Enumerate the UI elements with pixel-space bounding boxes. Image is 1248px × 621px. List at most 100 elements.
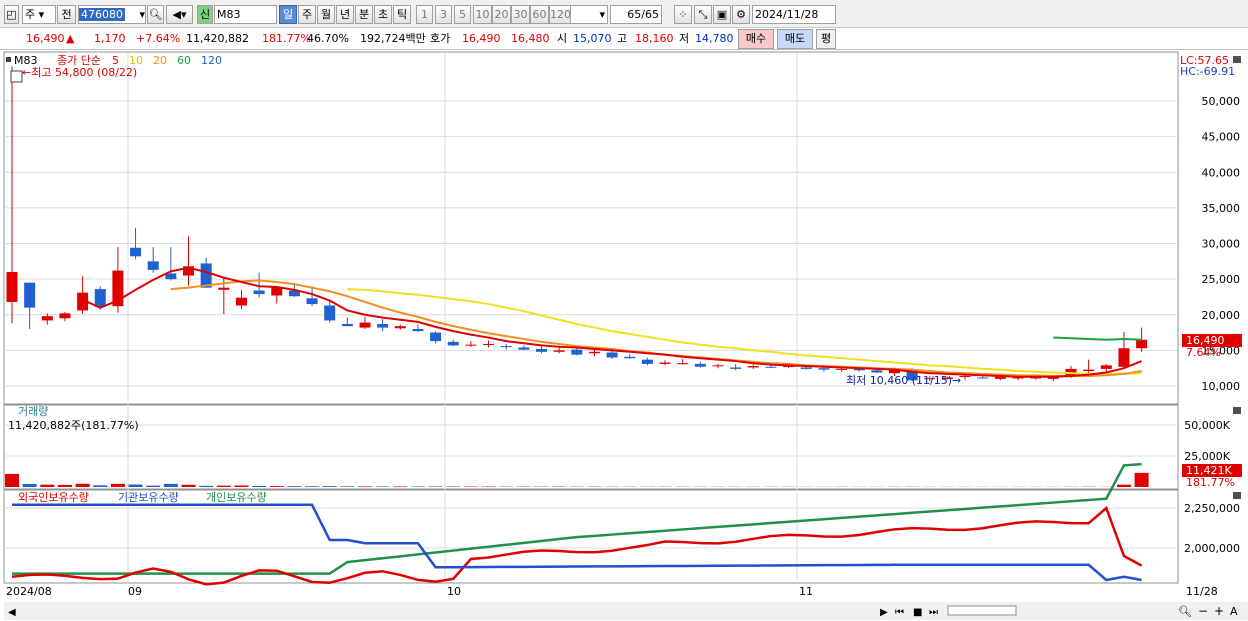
open-value: 15,070 [573,32,612,45]
minute-button-5[interactable]: 5 [454,5,471,24]
candle-body [800,367,812,369]
tab-1[interactable]: 주 [298,5,316,24]
calendar-icon[interactable] [10,70,23,83]
minute-custom-select[interactable]: ▾ [570,5,608,24]
ask-value: 16,490 [462,32,501,45]
minute-button-10[interactable]: 10 [473,5,492,24]
scroll-right-icon[interactable]: ▶ [880,607,888,618]
x-tick-end: 11/28 [1186,585,1218,598]
candle-body [977,377,989,379]
code-value: 476080 [79,8,125,21]
volume-bar [305,486,320,487]
candle-body [465,344,477,346]
volume-bar [287,486,302,487]
candle-body [747,366,759,368]
speaker-icon[interactable]: ◀▾ [166,5,193,24]
window-icon[interactable]: ◰ [4,5,19,24]
volume-bar [428,486,443,487]
volume-bar [40,484,55,487]
ma-legend-120: 120 [201,54,222,67]
tab-2[interactable]: 월 [317,5,335,24]
zoom-in-icon[interactable]: + [1214,604,1224,618]
candle-body [588,351,600,354]
gear-icon[interactable]: ⚙ [732,5,750,24]
tab-0[interactable]: 일 [279,5,297,24]
hc-label: HC:-69.91 [1180,65,1235,78]
minute-button-120[interactable]: 120 [549,5,571,24]
candle-body [712,365,724,367]
inst-legend: 기관보유수량 [118,491,179,504]
minute-button-60[interactable]: 60 [530,5,549,24]
zoom-slider[interactable] [947,605,1017,616]
zoom-out-icon[interactable]: − [1198,604,1208,618]
candle-body [571,349,583,355]
code-input[interactable]: 476080 ▾ [78,5,146,24]
volume-bar [199,485,214,487]
candle-body [818,368,830,370]
up-arrow-icon: ▲ [66,32,75,45]
quote-change-pct: +7.64% [136,32,181,45]
dots-icon[interactable]: ⁘ [674,5,692,24]
buy-button[interactable]: 매수 [738,29,774,49]
volume-bar [181,484,196,487]
period-select[interactable]: 주 ▾ [22,5,56,24]
volume-bar [340,486,355,487]
panel-close-icon[interactable] [1233,407,1241,414]
bottom-scrollbar[interactable] [4,602,1248,620]
panel-close-icon[interactable] [1233,492,1241,499]
candle-body [483,343,495,345]
candle-body [59,313,71,319]
high-value: 18,160 [635,32,674,45]
tab-4[interactable]: 분 [355,5,373,24]
candle-body [6,272,18,302]
tab-3[interactable]: 년 [336,5,354,24]
ma-legend-20: 20 [153,54,167,67]
price-tick: 30,000 [1202,238,1241,251]
prev-button[interactable]: 전 [57,5,76,24]
volume-bar [393,486,408,487]
date-input[interactable]: 2024/11/28 [752,5,836,24]
quote-vol-ratio: 181.77% [262,32,311,45]
tab-5[interactable]: 초 [374,5,392,24]
count-input[interactable]: 65/65 [610,5,662,24]
candle-body [130,247,142,257]
tab-6[interactable]: 틱 [393,5,411,24]
stop-icon[interactable]: ■ [913,607,922,618]
sell-button[interactable]: 매도 [777,29,813,49]
candle-body [1118,348,1130,367]
minute-button-3[interactable]: 3 [435,5,452,24]
candle-body [500,346,512,348]
last-icon[interactable]: ⏭ [929,607,938,618]
stock-name-field[interactable]: M83 [214,5,277,24]
last-pct-label: 7.64% [1186,346,1221,359]
candle-body [518,347,530,350]
minute-button-20[interactable]: 20 [492,5,511,24]
crosshair-icon[interactable]: ⤡ [694,5,712,24]
low-value: 14,780 [695,32,734,45]
save-icon[interactable]: ▣ [713,5,731,24]
search-icon[interactable]: 🔍︎ [147,5,164,24]
chevron-down-icon[interactable]: ▾ [139,6,145,23]
price-panel [3,51,1179,405]
first-icon[interactable]: ⏮ [895,607,904,618]
candle-body [606,352,618,358]
volume-bar [269,486,284,487]
candle-body [306,298,318,305]
candle-body [218,287,230,290]
zoom-icon[interactable]: 🔍︎ [1178,605,1192,618]
candle-body [412,329,424,332]
volume-bar [146,485,161,487]
eval-button[interactable]: 평 [816,29,836,49]
minute-button-30[interactable]: 30 [511,5,530,24]
candle-body [253,290,265,295]
volume-bar [75,483,90,487]
volume-bar [234,485,249,487]
price-tick: 10,000 [1202,380,1241,393]
font-size-icon[interactable]: A [1230,605,1238,618]
scroll-left-icon[interactable]: ◀ [8,607,16,618]
panel-menu-icon[interactable] [6,57,11,62]
panel-close-icon[interactable] [1233,56,1241,63]
candle-body [430,332,442,342]
volume-value: 11,420,882주(181.77%) [8,419,139,432]
minute-button-1[interactable]: 1 [416,5,433,24]
